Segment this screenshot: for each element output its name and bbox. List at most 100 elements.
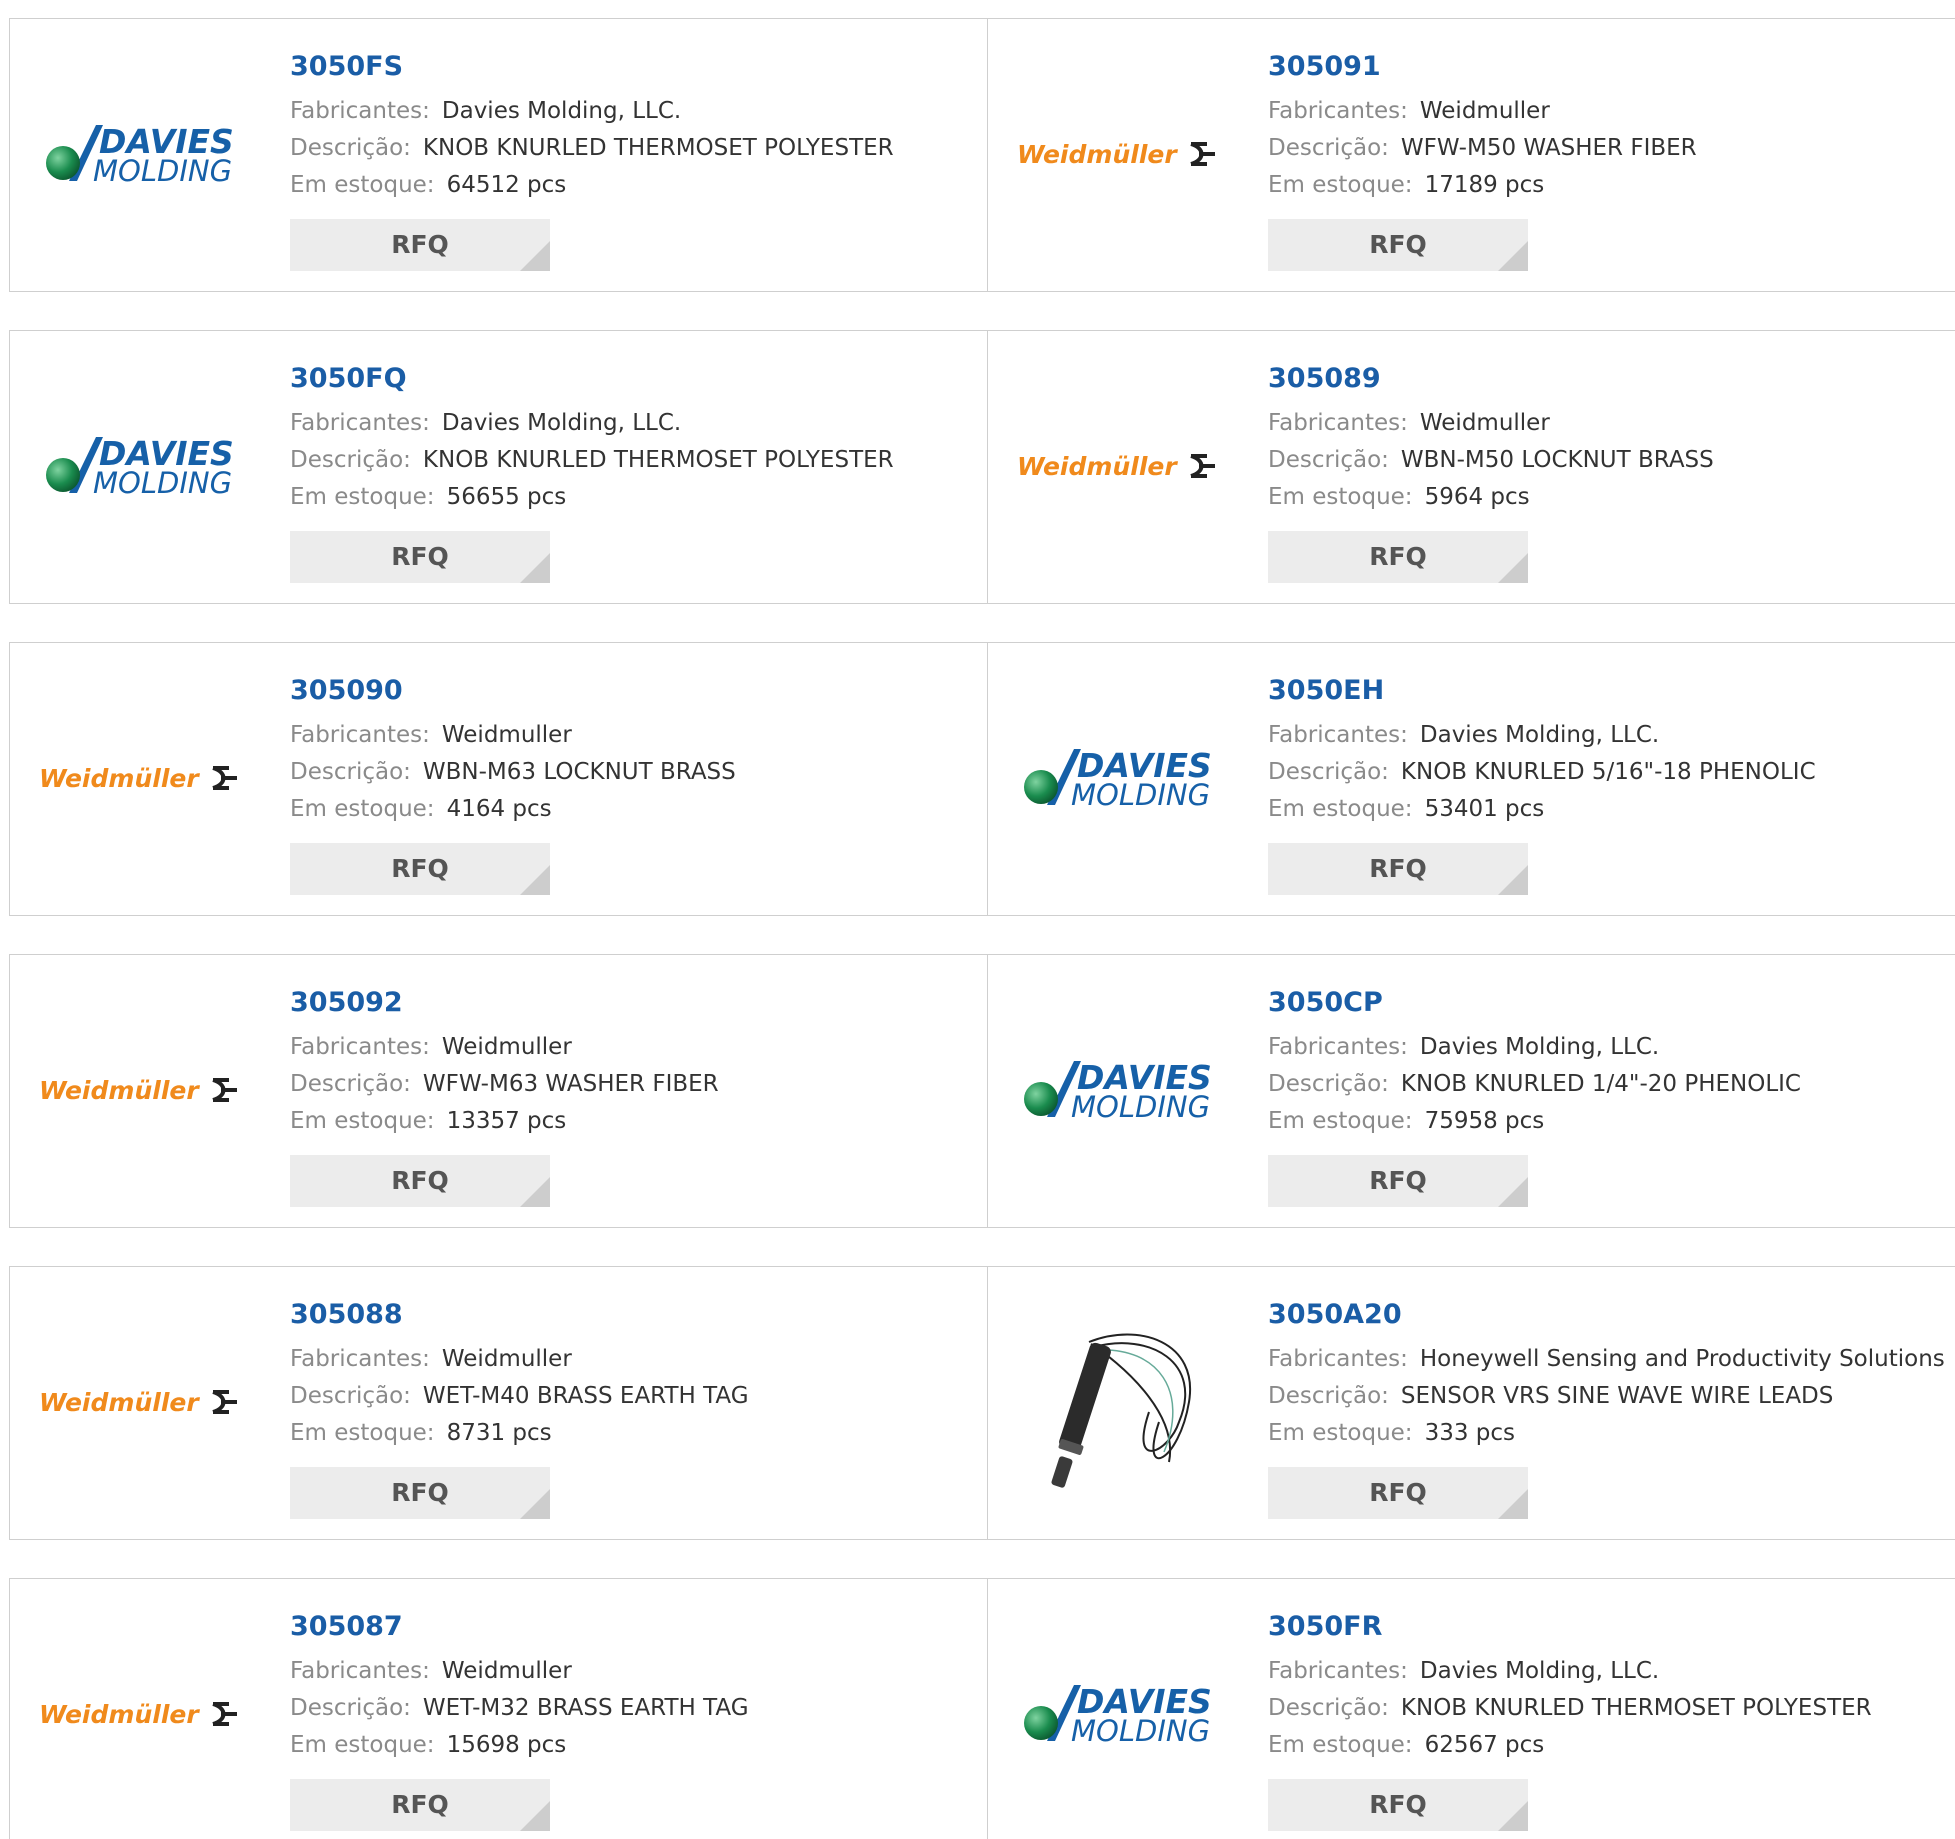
description-line: Descrição: WFW-M50 WASHER FIBER <box>1268 130 1935 167</box>
description-line: Descrição: SENSOR VRS SINE WAVE WIRE LEAD… <box>1268 1378 1935 1415</box>
rfq-button[interactable]: RFQ <box>1268 1155 1528 1207</box>
product-card: DAVIES MOLDING 3050CP Fabricantes: Davies … <box>988 955 1955 1227</box>
manufacturer-logo[interactable]: Weidmüller <box>1014 411 1224 521</box>
manufacturer-value: Davies Molding, LLC. <box>1419 722 1660 748</box>
davies-molding-logo: DAVIES MOLDING <box>1024 1682 1212 1748</box>
stock-value: 15698 pcs <box>446 1732 567 1758</box>
rfq-button[interactable]: RFQ <box>290 1155 550 1207</box>
corner-triangle-icon <box>1498 1489 1528 1519</box>
part-number-link[interactable]: 3050EH <box>1268 673 1935 709</box>
stock-value: 333 pcs <box>1424 1420 1516 1446</box>
rfq-button[interactable]: RFQ <box>290 531 550 583</box>
manufacturer-label: Fabricantes: <box>1268 410 1408 436</box>
corner-triangle-icon <box>520 1489 550 1519</box>
corner-triangle-icon <box>1498 241 1528 271</box>
part-number-link[interactable]: 3050CP <box>1268 985 1935 1021</box>
stock-line: Em estoque: 17189 pcs <box>1268 167 1935 204</box>
part-number-link[interactable]: 3050FQ <box>290 361 967 397</box>
stock-line: Em estoque: 53401 pcs <box>1268 791 1935 828</box>
product-info: 305088 Fabricantes: Weidmuller Descrição: WE… <box>290 1297 967 1452</box>
description-value: WFW-M63 WASHER FIBER <box>422 1071 719 1097</box>
description-line: Descrição: WET-M40 BRASS EARTH TAG <box>290 1378 967 1415</box>
svg-text:Weidmüller: Weidmüller <box>39 1076 200 1105</box>
manufacturer-logo[interactable]: DAVIES MOLDING <box>1014 1035 1224 1145</box>
part-number-link[interactable]: 3050FS <box>290 49 967 85</box>
description-line: Descrição: WBN-M50 LOCKNUT BRASS <box>1268 442 1935 479</box>
corner-triangle-icon <box>520 865 550 895</box>
manufacturer-logo[interactable]: Weidmüller <box>36 723 246 833</box>
product-card: Weidmüller 305092 Fabricantes: Weidmuller D… <box>10 955 988 1227</box>
manufacturer-logo[interactable] <box>1014 1333 1224 1488</box>
svg-text:MOLDING: MOLDING <box>93 466 232 500</box>
rfq-button[interactable]: RFQ <box>1268 843 1528 895</box>
rfq-button[interactable]: RFQ <box>1268 1467 1528 1519</box>
stock-label: Em estoque: <box>290 1732 435 1758</box>
manufacturer-logo[interactable]: DAVIES MOLDING <box>1014 1659 1224 1769</box>
part-number-link[interactable]: 305091 <box>1268 49 1935 85</box>
product-card: DAVIES MOLDING 3050EH Fabricantes: Davies … <box>988 643 1955 915</box>
description-value: SENSOR VRS SINE WAVE WIRE LEADS <box>1400 1383 1834 1409</box>
corner-triangle-icon <box>1498 1801 1528 1831</box>
manufacturer-label: Fabricantes: <box>290 98 430 124</box>
rfq-button[interactable]: RFQ <box>1268 219 1528 271</box>
manufacturer-value: Weidmuller <box>441 1034 572 1060</box>
product-info: 3050CP Fabricantes: Davies Molding, LLC. De… <box>1268 985 1935 1140</box>
corner-triangle-icon <box>520 1801 550 1831</box>
manufacturer-logo[interactable]: Weidmüller <box>36 1659 246 1769</box>
rfq-button[interactable]: RFQ <box>290 1467 550 1519</box>
stock-line: Em estoque: 56655 pcs <box>290 479 967 516</box>
part-number-link[interactable]: 305090 <box>290 673 967 709</box>
stock-label: Em estoque: <box>290 172 435 198</box>
rfq-button[interactable]: RFQ <box>290 1779 550 1831</box>
manufacturer-logo[interactable]: DAVIES MOLDING <box>1014 723 1224 833</box>
manufacturer-logo[interactable]: Weidmüller <box>36 1347 246 1457</box>
part-number-link[interactable]: 305089 <box>1268 361 1935 397</box>
part-number-link[interactable]: 305087 <box>290 1609 967 1645</box>
stock-label: Em estoque: <box>1268 484 1413 510</box>
product-card: Weidmüller 305091 Fabricantes: Weidmuller D… <box>988 19 1955 291</box>
part-number-link[interactable]: 3050FR <box>1268 1609 1935 1645</box>
stock-line: Em estoque: 15698 pcs <box>290 1727 967 1764</box>
description-value: KNOB KNURLED THERMOSET POLYESTER <box>1400 1695 1872 1721</box>
stock-line: Em estoque: 13357 pcs <box>290 1103 967 1140</box>
manufacturer-logo[interactable]: Weidmüller <box>36 1035 246 1145</box>
manufacturer-label: Fabricantes: <box>290 410 430 436</box>
corner-triangle-icon <box>1498 865 1528 895</box>
manufacturer-label: Fabricantes: <box>1268 1034 1408 1060</box>
rfq-button[interactable]: RFQ <box>290 219 550 271</box>
part-number-link[interactable]: 3050A20 <box>1268 1297 1935 1333</box>
stock-line: Em estoque: 75958 pcs <box>1268 1103 1935 1140</box>
manufacturer-logo[interactable]: Weidmüller <box>1014 99 1224 209</box>
rfq-button[interactable]: RFQ <box>290 843 550 895</box>
davies-molding-logo: DAVIES MOLDING <box>1024 1058 1212 1124</box>
rfq-button[interactable]: RFQ <box>1268 1779 1528 1831</box>
part-number-link[interactable]: 305088 <box>290 1297 967 1333</box>
description-value: WBN-M63 LOCKNUT BRASS <box>422 759 736 785</box>
description-value: KNOB KNURLED 5/16"-18 PHENOLIC <box>1400 759 1816 785</box>
description-line: Descrição: KNOB KNURLED THERMOSET POLYEST… <box>290 442 967 479</box>
product-info: 3050FQ Fabricantes: Davies Molding, LLC. De… <box>290 361 967 516</box>
manufacturer-value: Honeywell Sensing and Productivity Solut… <box>1419 1346 1945 1372</box>
manufacturer-logo[interactable]: DAVIES MOLDING <box>36 99 246 209</box>
product-row: Weidmüller 305088 Fabricantes: Weidmuller D… <box>9 1266 1955 1540</box>
stock-line: Em estoque: 333 pcs <box>1268 1415 1935 1452</box>
rfq-button-label: RFQ <box>1369 1166 1427 1195</box>
product-card: Weidmüller 305090 Fabricantes: Weidmuller D… <box>10 643 988 915</box>
manufacturer-line: Fabricantes: Weidmuller <box>290 1341 967 1378</box>
description-label: Descrição: <box>1268 1071 1389 1097</box>
manufacturer-value: Weidmuller <box>441 1658 572 1684</box>
description-line: Descrição: WFW-M63 WASHER FIBER <box>290 1066 967 1103</box>
manufacturer-logo[interactable]: DAVIES MOLDING <box>36 411 246 521</box>
weidmuller-logo: Weidmüller <box>39 764 237 793</box>
part-number-link[interactable]: 305092 <box>290 985 967 1021</box>
rfq-button[interactable]: RFQ <box>1268 531 1528 583</box>
svg-text:Weidmüller: Weidmüller <box>1017 452 1178 481</box>
manufacturer-value: Weidmuller <box>441 722 572 748</box>
stock-label: Em estoque: <box>290 484 435 510</box>
manufacturer-value: Weidmuller <box>1419 98 1550 124</box>
product-card: Weidmüller 305087 Fabricantes: Weidmuller D… <box>10 1579 988 1839</box>
weidmuller-logo: Weidmüller <box>39 1076 237 1105</box>
manufacturer-label: Fabricantes: <box>290 1658 430 1684</box>
product-card: DAVIES MOLDING 3050FQ Fabricantes: Davies … <box>10 331 988 603</box>
svg-text:MOLDING: MOLDING <box>1071 778 1210 812</box>
